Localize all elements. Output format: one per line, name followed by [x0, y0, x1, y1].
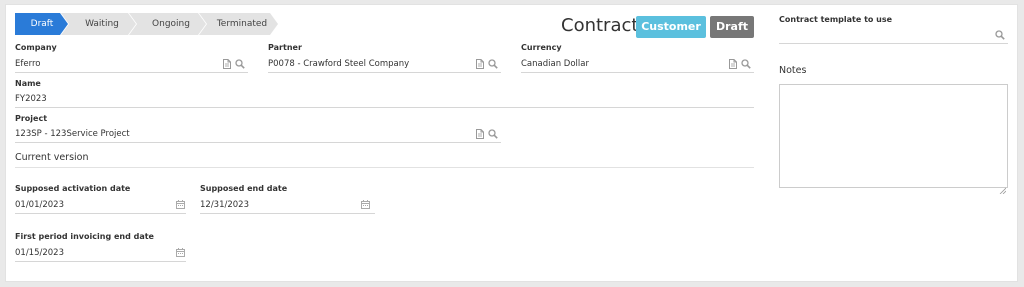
project-label: Project [15, 114, 48, 123]
customer-badge: Customer [636, 16, 706, 38]
end-date-label: Supposed end date [200, 184, 288, 193]
step-label: Terminated [216, 19, 268, 29]
currency-value: Canadian Dollar [521, 59, 589, 69]
first-period-field[interactable]: 01/15/2023 [15, 246, 186, 262]
currency-field[interactable]: Canadian Dollar [521, 57, 754, 73]
notes-heading: Notes [779, 65, 807, 76]
contract-template-field[interactable] [779, 28, 1008, 44]
partner-field[interactable]: P0078 - Crawford Steel Company [268, 57, 501, 73]
project-field[interactable]: 123SP - 123Service Project [15, 127, 501, 143]
activation-date-field[interactable]: 01/01/2023 [15, 198, 186, 214]
first-period-label: First period invoicing end date [15, 232, 154, 241]
company-field[interactable]: Eferro [15, 57, 248, 73]
step-label: Waiting [85, 19, 119, 29]
document-icon[interactable] [476, 129, 484, 142]
status-badge: Draft [710, 16, 754, 38]
activation-date-value: 01/01/2023 [15, 200, 64, 210]
name-value: FY2023 [15, 94, 47, 104]
section-divider [15, 167, 754, 168]
activation-date-label: Supposed activation date [15, 184, 131, 193]
currency-label: Currency [521, 43, 562, 52]
search-icon[interactable] [488, 129, 498, 142]
calendar-icon[interactable] [361, 200, 370, 212]
calendar-icon[interactable] [176, 248, 185, 260]
current-version-heading: Current version [15, 152, 89, 163]
name-field[interactable]: FY2023 [15, 92, 754, 108]
page-title: Contract [561, 15, 639, 36]
step-terminated[interactable]: Terminated [199, 13, 279, 35]
company-value: Eferro [15, 59, 41, 69]
document-icon[interactable] [729, 59, 737, 72]
partner-value: P0078 - Crawford Steel Company [268, 59, 410, 69]
document-icon[interactable] [476, 59, 484, 72]
project-value: 123SP - 123Service Project [15, 129, 130, 139]
contract-template-label: Contract template to use [779, 15, 893, 24]
end-date-field[interactable]: 12/31/2023 [200, 198, 375, 214]
step-waiting[interactable]: Waiting [61, 13, 137, 35]
partner-label: Partner [268, 43, 302, 52]
name-label: Name [15, 79, 41, 88]
search-icon[interactable] [235, 59, 245, 72]
notes-textarea[interactable] [779, 84, 1008, 195]
document-icon[interactable] [223, 59, 231, 72]
step-label: Ongoing [152, 19, 190, 29]
search-icon[interactable] [741, 59, 751, 72]
search-icon[interactable] [995, 30, 1005, 43]
resize-grip-icon[interactable] [999, 179, 1007, 195]
calendar-icon[interactable] [176, 200, 185, 212]
search-icon[interactable] [488, 59, 498, 72]
first-period-value: 01/15/2023 [15, 248, 64, 258]
company-label: Company [15, 43, 57, 52]
step-ongoing[interactable]: Ongoing [129, 13, 207, 35]
end-date-value: 12/31/2023 [200, 200, 249, 210]
